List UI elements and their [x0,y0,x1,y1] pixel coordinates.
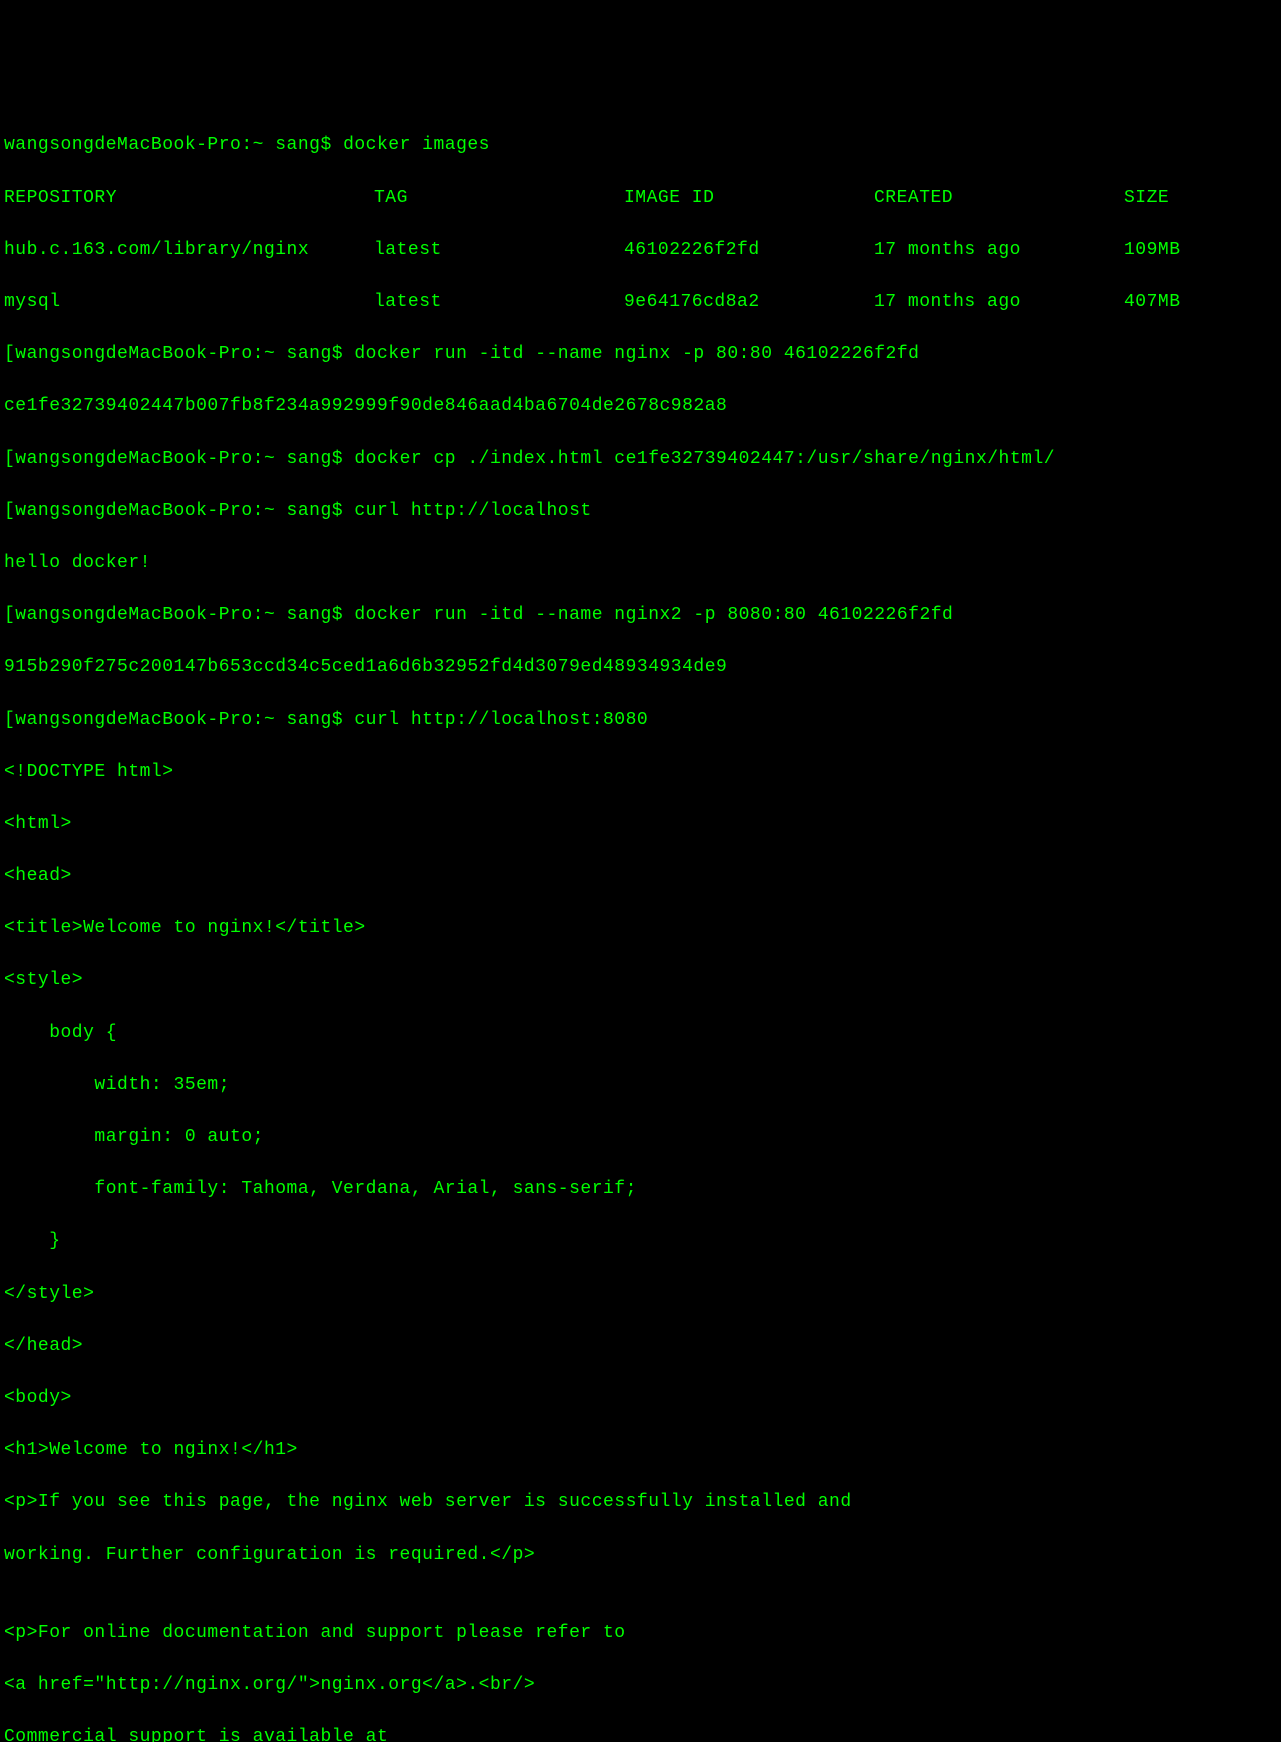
output-html-line: <p>For online documentation and support … [4,1620,1277,1646]
terminal-output[interactable]: wangsongdeMacBook-Pro:~ sang$ docker ima… [4,106,1277,1742]
header-size: SIZE [1124,185,1224,211]
output-html-line: font-family: Tahoma, Verdana, Arial, san… [4,1176,1277,1202]
prompt-line: wangsongdeMacBook-Pro:~ sang$ docker ima… [4,132,1277,158]
cell-size: 109MB [1124,237,1224,263]
output-curl-result: hello docker! [4,550,1277,576]
output-html-line: <head> [4,863,1277,889]
output-html-line: </head> [4,1333,1277,1359]
cell-created: 17 months ago [874,237,1124,263]
prompt: [wangsongdeMacBook-Pro:~ sang$ [4,710,354,730]
command-text: docker run -itd --name nginx2 -p 8080:80… [354,605,953,625]
output-container-id: ce1fe32739402447b007fb8f234a992999f90de8… [4,393,1277,419]
prompt-line: [wangsongdeMacBook-Pro:~ sang$ docker ru… [4,341,1277,367]
table-row: mysqllatest9e64176cd8a217 months ago407M… [4,289,1277,315]
prompt: [wangsongdeMacBook-Pro:~ sang$ [4,449,354,469]
output-html-line: <!DOCTYPE html> [4,759,1277,785]
prompt: [wangsongdeMacBook-Pro:~ sang$ [4,605,354,625]
cell-created: 17 months ago [874,289,1124,315]
command-text: curl http://localhost [354,501,591,521]
output-html-line: <body> [4,1385,1277,1411]
command-text: docker run -itd --name nginx -p 80:80 46… [354,344,919,364]
output-html-line: } [4,1228,1277,1254]
output-html-line: margin: 0 auto; [4,1124,1277,1150]
cell-tag: latest [374,237,624,263]
table-row: hub.c.163.com/library/nginxlatest4610222… [4,237,1277,263]
prompt-line: [wangsongdeMacBook-Pro:~ sang$ docker ru… [4,602,1277,628]
prompt: [wangsongdeMacBook-Pro:~ sang$ [4,344,354,364]
output-container-id: 915b290f275c200147b653ccd34c5ced1a6d6b32… [4,654,1277,680]
prompt-line: [wangsongdeMacBook-Pro:~ sang$ curl http… [4,707,1277,733]
prompt-line: [wangsongdeMacBook-Pro:~ sang$ docker cp… [4,446,1277,472]
output-html-line: <h1>Welcome to nginx!</h1> [4,1437,1277,1463]
output-html-line: Commercial support is available at [4,1724,1277,1742]
cell-tag: latest [374,289,624,315]
header-repository: REPOSITORY [4,185,374,211]
header-tag: TAG [374,185,624,211]
output-html-line: <p>If you see this page, the nginx web s… [4,1489,1277,1515]
output-html-line: <a href="http://nginx.org/">nginx.org</a… [4,1672,1277,1698]
header-image-id: IMAGE ID [624,185,874,211]
header-created: CREATED [874,185,1124,211]
output-html-line: <html> [4,811,1277,837]
output-html-line: body { [4,1020,1277,1046]
cell-image-id: 46102226f2fd [624,237,874,263]
output-html-line: </style> [4,1281,1277,1307]
command-text: docker cp ./index.html ce1fe32739402447:… [354,449,1055,469]
output-html-line: width: 35em; [4,1072,1277,1098]
cell-size: 407MB [1124,289,1224,315]
cell-repository: mysql [4,289,374,315]
table-header-row: REPOSITORYTAGIMAGE IDCREATEDSIZE [4,185,1277,211]
command-text: curl http://localhost:8080 [354,710,648,730]
cell-image-id: 9e64176cd8a2 [624,289,874,315]
prompt: [wangsongdeMacBook-Pro:~ sang$ [4,501,354,521]
prompt: wangsongdeMacBook-Pro:~ sang$ [4,135,343,155]
output-html-line: <style> [4,967,1277,993]
output-html-line: <title>Welcome to nginx!</title> [4,915,1277,941]
output-html-line: working. Further configuration is requir… [4,1542,1277,1568]
prompt-line: [wangsongdeMacBook-Pro:~ sang$ curl http… [4,498,1277,524]
command-text: docker images [343,135,490,155]
cell-repository: hub.c.163.com/library/nginx [4,237,374,263]
